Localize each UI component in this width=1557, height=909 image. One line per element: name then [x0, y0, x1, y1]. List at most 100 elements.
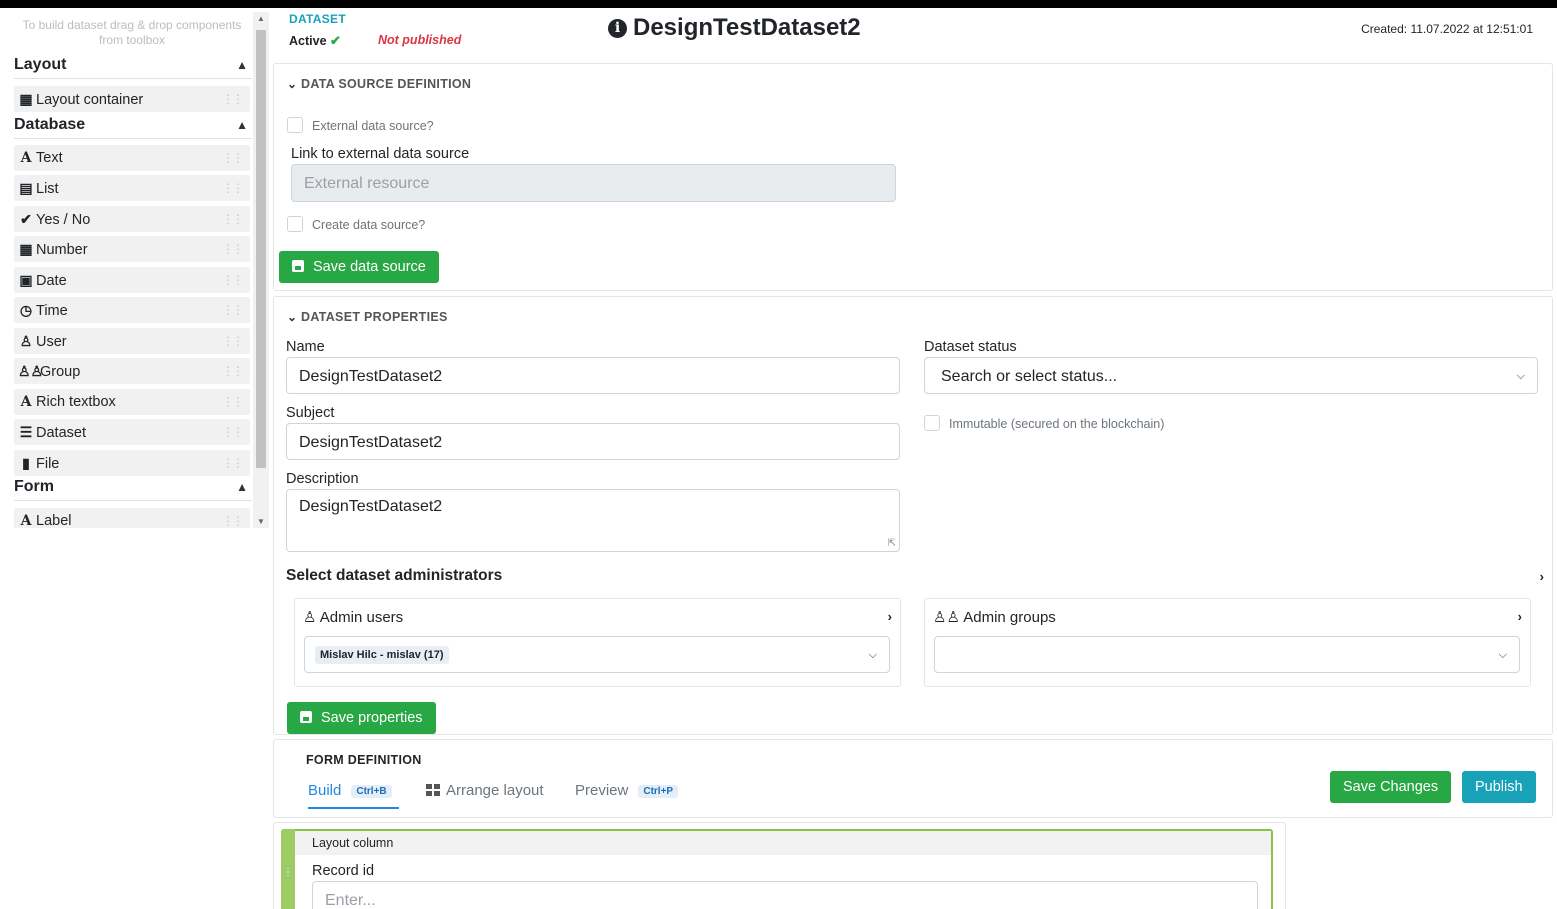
app-window: To build dataset drag & drop components … [0, 8, 1557, 909]
layout-grid-icon [426, 784, 440, 796]
tool-layout-container[interactable]: ▦ Layout container ⋮⋮ [14, 86, 250, 112]
group-database-header[interactable]: Database ▲ [14, 116, 252, 139]
resize-handle-icon[interactable]: ⇱ [888, 527, 896, 561]
drag-handle-icon[interactable]: ⋮⋮ [222, 508, 244, 528]
clock-icon: ◷ [19, 302, 33, 318]
save-data-source-label: Save data source [313, 259, 426, 275]
name-input[interactable]: DesignTestDataset2 [286, 357, 900, 394]
tool-label-text: Label [36, 513, 72, 528]
properties-section-toggle[interactable]: ⌄ DATASET PROPERTIES [287, 310, 448, 324]
drag-handle-icon[interactable]: ⋮⋮ [222, 419, 244, 445]
user-icon: ♙ [19, 333, 33, 349]
save-data-source-button[interactable]: Save data source [279, 251, 439, 283]
database-icon: ☰ [19, 424, 33, 440]
tab-build[interactable]: Build Ctrl+B [308, 782, 392, 799]
tool-number[interactable]: ▦ Number ⋮⋮ [14, 236, 250, 262]
publish-state: Not published [378, 33, 462, 47]
tool-date[interactable]: ▣ Date ⋮⋮ [14, 267, 250, 293]
publish-button[interactable]: Publish [1462, 771, 1536, 803]
data-source-section-title: DATA SOURCE DEFINITION [301, 77, 472, 91]
chevron-down-icon: ⌵ [868, 649, 877, 661]
check-icon: ✔ [20, 211, 32, 227]
chevron-down-icon: ⌵ [1498, 649, 1507, 661]
font-a-icon: A [20, 150, 32, 166]
tool-list[interactable]: ▤ List ⋮⋮ [14, 175, 250, 201]
external-resource-input[interactable]: External resource [291, 164, 896, 202]
external-data-source-option[interactable]: External data source? [287, 117, 434, 133]
toolbox-sidebar: To build dataset drag & drop components … [6, 8, 271, 909]
layout-column[interactable]: ⋮⋮ Layout column Record id Enter... [281, 829, 1273, 909]
drag-handle-icon[interactable]: ⋮⋮ [222, 86, 244, 112]
tool-dataset[interactable]: ☰ Dataset ⋮⋮ [14, 419, 250, 445]
page-title: i DesignTestDataset2 [608, 14, 861, 42]
tool-user[interactable]: ♙ User ⋮⋮ [14, 328, 250, 354]
admin-groups-box: ♙♙ Admin groups › ⌵ [924, 598, 1531, 687]
drag-handle-icon[interactable]: ⋮⋮ [222, 236, 244, 262]
drag-handle-icon[interactable]: ⋮⋮ [222, 358, 244, 384]
tab-preview[interactable]: Preview Ctrl+P [575, 782, 679, 799]
tool-text[interactable]: A Text ⋮⋮ [14, 145, 250, 171]
immutable-checkbox[interactable] [924, 415, 940, 431]
record-id-input[interactable]: Enter... [312, 881, 1258, 909]
toolbox-hint: To build dataset drag & drop components … [22, 18, 242, 47]
active-status: Active ✔ [289, 33, 341, 49]
group-layout-title: Layout [14, 56, 67, 73]
drag-handle-icon[interactable]: ⋮⋮ [222, 450, 244, 476]
description-text: DesignTestDataset2 [299, 498, 443, 515]
tool-group[interactable]: ♙♙Group ⋮⋮ [14, 358, 250, 384]
dataset-properties-card: ⌄ DATASET PROPERTIES Name DesignTestDatas… [273, 296, 1553, 735]
drag-handle-icon[interactable]: ⋮⋮ [222, 145, 244, 171]
chevron-right-icon[interactable]: › [1540, 569, 1544, 584]
tool-rich-textbox[interactable]: A Rich textbox ⋮⋮ [14, 389, 250, 415]
admin-groups-title: ♙♙ Admin groups [933, 608, 1056, 626]
tool-label: Layout container [36, 92, 144, 108]
drag-handle-icon[interactable]: ⋮⋮ [222, 389, 244, 415]
tool-file[interactable]: ▮ File ⋮⋮ [14, 450, 250, 476]
admin-users-title: ♙ Admin users [303, 608, 403, 626]
admin-groups-select[interactable]: ⌵ [934, 636, 1520, 673]
calculator-icon: ▦ [19, 241, 33, 257]
tool-time[interactable]: ◷ Time ⋮⋮ [14, 297, 250, 323]
info-circle-icon[interactable]: i [608, 19, 627, 38]
save-properties-label: Save properties [321, 710, 423, 726]
create-data-source-label: Create data source? [312, 218, 426, 232]
immutable-label: Immutable (secured on the blockchain) [949, 417, 1165, 431]
admin-users-select[interactable]: Mislav Hilc - mislav (17) ⌵ [304, 636, 890, 673]
create-data-source-checkbox[interactable] [287, 216, 303, 232]
active-tab-underline [308, 807, 399, 809]
data-source-section-toggle[interactable]: ⌄ DATA SOURCE DEFINITION [287, 77, 471, 91]
description-textarea[interactable]: DesignTestDataset2 ⇱ [286, 489, 900, 552]
drag-handle-icon[interactable]: ⋮⋮ [222, 175, 244, 201]
chevron-up-icon: ▲ [236, 58, 248, 72]
toolbox-scrollbar[interactable]: ▲ ▼ [253, 12, 269, 528]
subject-input[interactable]: DesignTestDataset2 [286, 423, 900, 460]
save-changes-button[interactable]: Save Changes [1330, 771, 1452, 803]
drag-handle-icon[interactable]: ⋮⋮ [222, 297, 244, 323]
drag-handle-icon[interactable]: ⋮⋮ [222, 267, 244, 293]
chevron-right-icon[interactable]: › [1518, 609, 1522, 624]
selected-user-tag[interactable]: Mislav Hilc - mislav (17) [315, 646, 449, 664]
tool-label: Text [36, 150, 63, 166]
group-layout-header[interactable]: Layout ▲ [14, 56, 252, 79]
drag-handle-icon[interactable]: ⋮⋮ [222, 328, 244, 354]
tool-yes-no[interactable]: ✔ Yes / No ⋮⋮ [14, 206, 250, 232]
layout-column-drag-strip[interactable]: ⋮⋮ [281, 829, 301, 909]
scroll-down-arrow-icon[interactable]: ▼ [253, 517, 269, 526]
chevron-right-icon[interactable]: › [888, 609, 892, 624]
create-data-source-option[interactable]: Create data source? [287, 216, 425, 232]
user-icon: ♙ [303, 609, 317, 626]
chevron-up-icon: ▲ [236, 118, 248, 132]
drag-handle-icon[interactable]: ⋮⋮ [283, 867, 301, 878]
scrollbar-thumb[interactable] [256, 30, 266, 468]
external-data-source-checkbox[interactable] [287, 117, 303, 133]
scroll-up-arrow-icon[interactable]: ▲ [253, 14, 269, 23]
chevron-down-icon: ⌵ [1516, 370, 1525, 382]
tab-arrange-layout[interactable]: Arrange layout [426, 782, 544, 799]
data-source-card: ⌄ DATA SOURCE DEFINITION External data so… [273, 63, 1553, 291]
dataset-status-select[interactable]: Search or select status... ⌵ [924, 357, 1538, 394]
tool-label[interactable]: A Label ⋮⋮ [14, 508, 250, 528]
group-form-header[interactable]: Form ▲ [14, 478, 252, 501]
drag-handle-icon[interactable]: ⋮⋮ [222, 206, 244, 232]
immutable-option[interactable]: Immutable (secured on the blockchain) [924, 415, 1164, 431]
save-properties-button[interactable]: Save properties [287, 702, 436, 734]
